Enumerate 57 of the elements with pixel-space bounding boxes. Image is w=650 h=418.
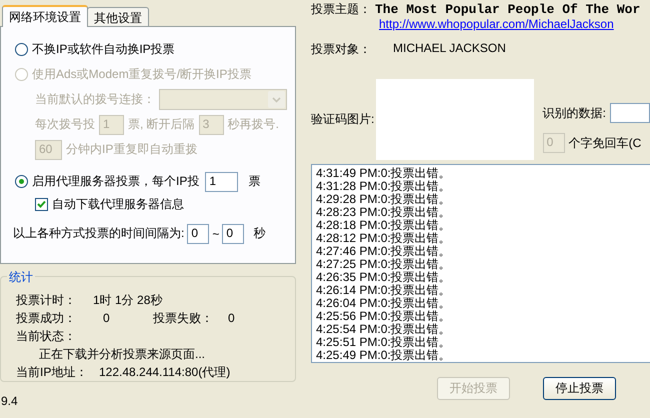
- log-entry: 4:27:25 PM:0:投票出错。: [316, 258, 452, 271]
- tab[interactable]: 网络环境设置: [2, 5, 88, 27]
- stat-label: 投票计时：: [16, 292, 77, 308]
- separator: ~: [212, 226, 220, 240]
- unit-label: 秒: [253, 225, 266, 242]
- status-text: 正在下载并分析投票来源页面...: [39, 346, 206, 362]
- option-label: 启用代理服务器投票，每个IP投: [32, 173, 200, 190]
- tab[interactable]: 其他设置: [87, 7, 149, 26]
- unit-label: 票: [248, 173, 260, 190]
- log-entry: 4:25:54 PM:0:投票出错。: [316, 323, 452, 336]
- auto-enter-label: 个字免回车(C: [568, 134, 642, 152]
- interval-min-field[interactable]: 0: [187, 224, 210, 244]
- stat-value: 0: [103, 311, 111, 325]
- votes-label: 每次拨号投: [35, 116, 95, 133]
- wait-label: 票, 断开后隔: [128, 116, 195, 133]
- option-label: 使用Ads或Modem重复拨号/断开换IP投票: [32, 66, 252, 83]
- stat-value: 0: [228, 311, 235, 325]
- captcha-label: 验证码图片:: [311, 111, 376, 128]
- stat-value: 1时 1分 28秒: [93, 292, 162, 308]
- log-entry: 4:28:12 PM:0:投票出错。: [316, 232, 452, 245]
- redial-label: 秒再拨号.: [228, 116, 280, 133]
- connection-label: 当前默认的拨号连接：: [35, 91, 155, 108]
- stat-label: 当前IP地址：: [16, 364, 88, 380]
- radio-button[interactable]: [15, 175, 28, 188]
- radio-button[interactable]: [15, 43, 28, 56]
- votes-per-ip-field[interactable]: 1: [205, 172, 238, 192]
- log-entry: 4:31:28 PM:0:投票出错。: [316, 180, 452, 193]
- option-label: 不换IP或软件自动换IP投票: [32, 41, 175, 58]
- target-label: 投票对象：: [311, 41, 371, 58]
- log-entry: 4:26:14 PM:0:投票出错。: [316, 284, 452, 297]
- stat-value: 122.48.244.114:80(代理): [99, 364, 230, 380]
- log-entry: 4:26:35 PM:0:投票出错。: [316, 271, 452, 284]
- topic-label: 投票主题：: [311, 0, 371, 18]
- log-entry: 4:28:18 PM:0:投票出错。: [316, 219, 452, 232]
- topic-link[interactable]: http://www.whopopular.com/MichaelJackson: [379, 17, 614, 31]
- log-entry: 4:25:56 PM:0:投票出错。: [316, 310, 452, 323]
- log-entry: 4:26:04 PM:0:投票出错。: [316, 297, 452, 310]
- log-entry: 4:28:23 PM:0:投票出错。: [316, 206, 452, 219]
- vote-button[interactable]: 停止投票: [543, 377, 616, 400]
- stat-label: 投票成功：: [16, 310, 77, 326]
- stat-label: 当前状态：: [16, 328, 76, 344]
- topic-title: The Most Popular People Of The Wor: [375, 2, 640, 16]
- recognized-label: 识别的数据:: [542, 104, 606, 122]
- interval-max-field[interactable]: 0: [222, 224, 244, 244]
- recognized-field[interactable]: [610, 103, 650, 123]
- repeat-label: 分钟内IP重复即自动重拨: [66, 141, 198, 158]
- log-entry: 4:25:51 PM:0:投票出错。: [316, 336, 452, 349]
- stat-label: 投票失败：: [153, 310, 214, 326]
- checkbox[interactable]: [35, 198, 48, 210]
- log-entry: 4:25:49 PM:0:投票出错。: [316, 349, 452, 362]
- log-entry: 4:27:46 PM:0:投票出错。: [316, 245, 452, 258]
- checkbox-label: 自动下载代理服务器信息: [52, 196, 184, 212]
- interval-label: 以上各种方式投票的时间间隔为:: [13, 225, 184, 242]
- log-entry: 4:29:28 PM:0:投票出错。: [316, 193, 452, 206]
- version-text: 9.4: [0, 394, 19, 408]
- target-name: MICHAEL JACKSON: [393, 41, 506, 57]
- log-entry: 4:31:49 PM:0:投票出错。: [316, 167, 452, 180]
